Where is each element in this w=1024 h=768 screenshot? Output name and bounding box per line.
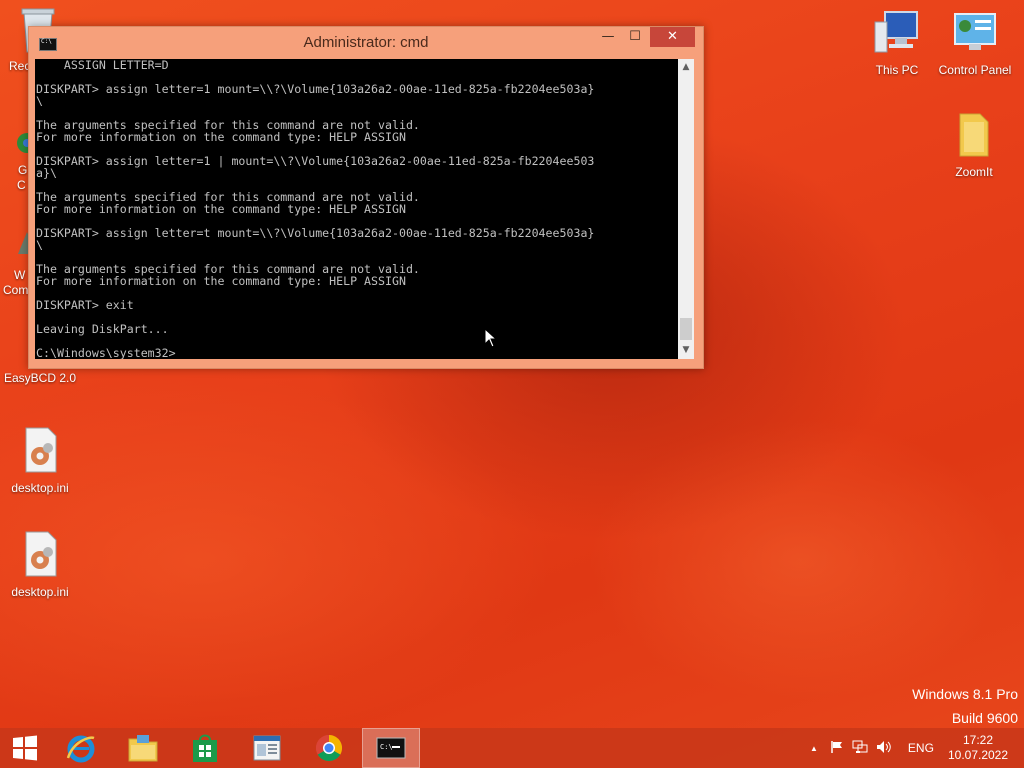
taskbar-chrome[interactable] <box>300 728 358 768</box>
desktop-icon-desktop-ini-2[interactable]: desktop.ini <box>0 530 80 599</box>
file-explorer-icon <box>128 735 158 762</box>
taskbar-internet-explorer[interactable] <box>52 728 110 768</box>
this-pc-label: This PC <box>875 63 919 77</box>
taskbar-store[interactable] <box>176 728 234 768</box>
document-app-icon <box>253 735 281 761</box>
taskbar-clock[interactable]: 17:22 10.07.2022 <box>938 733 1018 763</box>
console-scrollbar[interactable]: ▲ ▼ <box>678 59 694 359</box>
partial-label-w1: W <box>14 268 26 282</box>
network-icon[interactable] <box>852 740 868 757</box>
volume-icon[interactable] <box>876 740 892 757</box>
input-language-indicator[interactable]: ENG <box>908 741 934 755</box>
clock-date: 10.07.2022 <box>947 748 1009 762</box>
windows-build-watermark: Build 9600 <box>951 710 1018 726</box>
zoomit-label: ZoomIt <box>955 165 993 179</box>
desktop-ini-label-2: desktop.ini <box>11 585 69 599</box>
desktop-icon-desktop-ini-1[interactable]: desktop.ini <box>0 426 80 495</box>
clock-time: 17:22 <box>962 733 994 747</box>
close-button[interactable]: ✕ <box>650 27 695 47</box>
desktop-icon-this-pc[interactable]: This PC <box>857 10 937 77</box>
taskbar: C:\ ▲ ENG 17:22 10.07.2022 <box>0 728 1024 768</box>
desktop-ini-label-1: desktop.ini <box>11 481 69 495</box>
partial-label-w2: Com <box>3 283 29 297</box>
windows-logo-icon <box>13 735 37 761</box>
settings-file-icon <box>18 530 62 581</box>
settings-file-icon <box>18 426 62 477</box>
cmd-titlebar[interactable]: Administrator: cmd — ☐ ✕ <box>29 27 703 59</box>
taskbar-cmd[interactable]: C:\ <box>362 728 420 768</box>
partial-label-g2: C <box>17 178 26 192</box>
desktop-icon-zoomit[interactable]: ZoomIt <box>934 110 1014 179</box>
computer-icon <box>873 10 921 59</box>
svg-text:C:\: C:\ <box>380 743 393 751</box>
scroll-up-arrow-icon[interactable]: ▲ <box>678 59 694 76</box>
system-tray: ▲ ENG <box>810 728 934 768</box>
taskbar-document-app[interactable] <box>238 728 296 768</box>
cmd-icon: C:\ <box>376 737 406 759</box>
partial-label-g1: G <box>18 163 28 177</box>
windows-version-watermark: Windows 8.1 Pro <box>912 686 1018 702</box>
mouse-cursor-icon <box>484 327 498 352</box>
console-output[interactable]: ASSIGN LETTER=D DISKPART> assign letter=… <box>35 59 678 359</box>
chrome-icon <box>315 734 343 762</box>
cmd-window[interactable]: Administrator: cmd — ☐ ✕ ASSIGN LETTER=D… <box>28 26 704 369</box>
console-text: ASSIGN LETTER=D DISKPART> assign letter=… <box>36 59 595 359</box>
scroll-thumb[interactable] <box>680 318 692 340</box>
show-hidden-icons-chevron-icon[interactable]: ▲ <box>810 744 818 753</box>
desktop-icon-control-panel[interactable]: Control Panel <box>935 10 1015 77</box>
scroll-down-arrow-icon[interactable]: ▼ <box>678 342 694 359</box>
taskbar-file-explorer[interactable] <box>114 728 172 768</box>
control-panel-label: Control Panel <box>938 63 1012 77</box>
control-panel-icon <box>951 10 999 59</box>
folder-icon <box>954 110 994 161</box>
internet-explorer-icon <box>66 735 95 763</box>
easybcd-label: EasyBCD 2.0 <box>3 371 77 385</box>
maximize-button[interactable]: ☐ <box>622 27 648 47</box>
action-center-flag-icon[interactable] <box>830 740 844 757</box>
start-button[interactable] <box>0 728 50 768</box>
store-icon <box>193 734 217 762</box>
minimize-button[interactable]: — <box>595 27 621 47</box>
